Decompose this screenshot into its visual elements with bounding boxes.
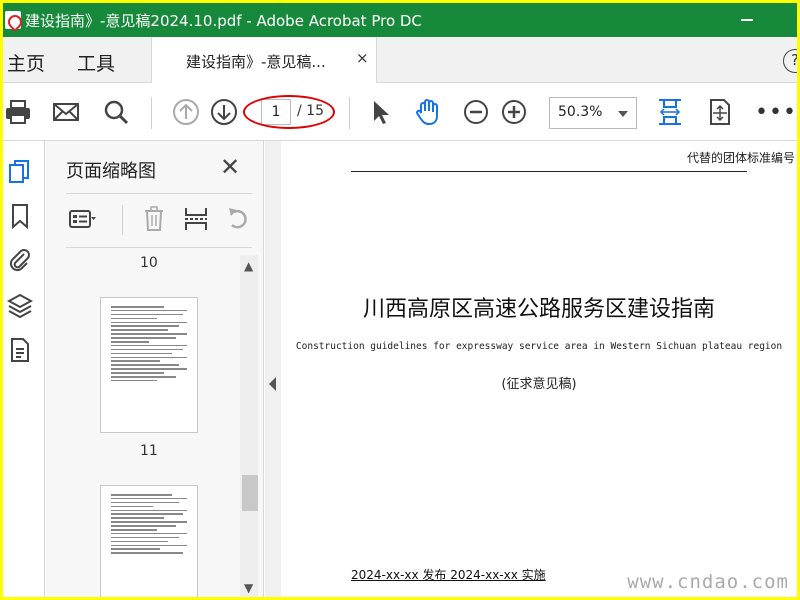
- app-window: 建设指南》-意见稿2024.10.pdf - Adobe Acrobat Pro…: [3, 3, 797, 597]
- extract-page-icon[interactable]: [182, 205, 210, 233]
- panel-divider: [66, 193, 252, 194]
- draft-label: (征求意见稿): [501, 377, 577, 392]
- previous-page-icon[interactable]: [171, 97, 201, 127]
- tab-home[interactable]: 主页: [7, 49, 45, 76]
- site-watermark: www.cndao.com: [627, 571, 789, 593]
- next-page-icon[interactable]: [209, 97, 239, 127]
- panel-title: 页面缩略图: [66, 161, 156, 182]
- scrollbar-thumb[interactable]: [242, 475, 258, 511]
- thumbnail-page-12[interactable]: [100, 485, 198, 597]
- publish-dates: 2024-xx-xx 发布 2024-xx-xx 实施: [351, 568, 546, 582]
- document-english-title: Construction guidelines for expressway s…: [295, 341, 783, 352]
- close-icon[interactable]: ✕: [220, 153, 240, 181]
- full-screen-icon[interactable]: [705, 97, 735, 127]
- panel-divider: [66, 247, 252, 248]
- tab-tools[interactable]: 工具: [77, 49, 115, 76]
- zoom-in-icon[interactable]: [499, 97, 529, 127]
- panel-splitter[interactable]: [265, 141, 281, 597]
- zoom-value: 50.3%: [558, 104, 603, 120]
- bookmarks-icon[interactable]: [7, 203, 33, 230]
- zoom-level-select[interactable]: 50.3%: [549, 97, 637, 129]
- thumbnail-page-number: 11: [140, 443, 158, 459]
- toolbar-separator: [349, 97, 350, 129]
- help-icon[interactable]: ?: [783, 49, 797, 73]
- more-tools-icon[interactable]: •••: [755, 100, 797, 125]
- collapse-panel-icon[interactable]: [269, 377, 276, 391]
- document-title: 川西高原区高速公路服务区建设指南: [362, 297, 715, 322]
- layers-icon[interactable]: [6, 293, 34, 319]
- tab-document[interactable]: 建设指南》-意见稿... ×: [151, 37, 377, 83]
- navigation-rail: [3, 141, 45, 597]
- scroll-up-icon[interactable]: ▲: [244, 259, 253, 273]
- panel-toolbar-separator: [122, 205, 123, 235]
- standard-code-text: 代替的团体标准编号: [686, 151, 795, 165]
- zoom-out-icon[interactable]: [461, 97, 491, 127]
- minimize-button[interactable]: [741, 19, 753, 21]
- document-page: 代替的团体标准编号 川西高原区高速公路服务区建设指南 Construction …: [281, 141, 797, 597]
- thumbnail-page-11[interactable]: [100, 297, 198, 433]
- thumbnail-scrollbar[interactable]: [240, 255, 258, 597]
- content-icon[interactable]: [7, 337, 33, 363]
- attachments-icon[interactable]: [7, 247, 33, 273]
- email-icon[interactable]: [51, 97, 81, 127]
- title-bar: 建设指南》-意见稿2024.10.pdf - Adobe Acrobat Pro…: [3, 3, 797, 37]
- page-thumbnails-icon[interactable]: [7, 159, 33, 185]
- header-rule: [351, 171, 747, 172]
- scroll-down-icon[interactable]: ▼: [244, 581, 253, 595]
- select-cursor-icon[interactable]: [365, 97, 395, 127]
- search-icon[interactable]: [101, 97, 131, 127]
- toolbar: 1 / 15 50.3% •••: [3, 83, 797, 141]
- fit-page-icon[interactable]: [655, 97, 685, 127]
- thumbnail-options-icon[interactable]: [68, 205, 96, 233]
- acrobat-app-icon: [5, 11, 21, 29]
- tab-bar: 主页 工具 建设指南》-意见稿... × ?: [3, 37, 797, 83]
- thumbnails-panel: 页面缩略图 ✕ 10 11 ▲ ▼: [46, 141, 264, 597]
- chevron-down-icon: [618, 111, 628, 117]
- window-title: 建设指南》-意见稿2024.10.pdf - Adobe Acrobat Pro…: [25, 12, 422, 30]
- delete-page-icon[interactable]: [140, 205, 168, 233]
- hand-tool-icon[interactable]: [413, 97, 443, 127]
- print-icon[interactable]: [3, 97, 33, 127]
- rotate-page-icon[interactable]: [224, 205, 252, 233]
- thumbnail-page-number: 10: [140, 255, 158, 271]
- annotation-oval: [243, 95, 335, 129]
- document-tab-label: 建设指南》-意见稿...: [186, 53, 326, 71]
- toolbar-separator: [151, 97, 152, 129]
- tab-close-icon[interactable]: ×: [356, 49, 369, 67]
